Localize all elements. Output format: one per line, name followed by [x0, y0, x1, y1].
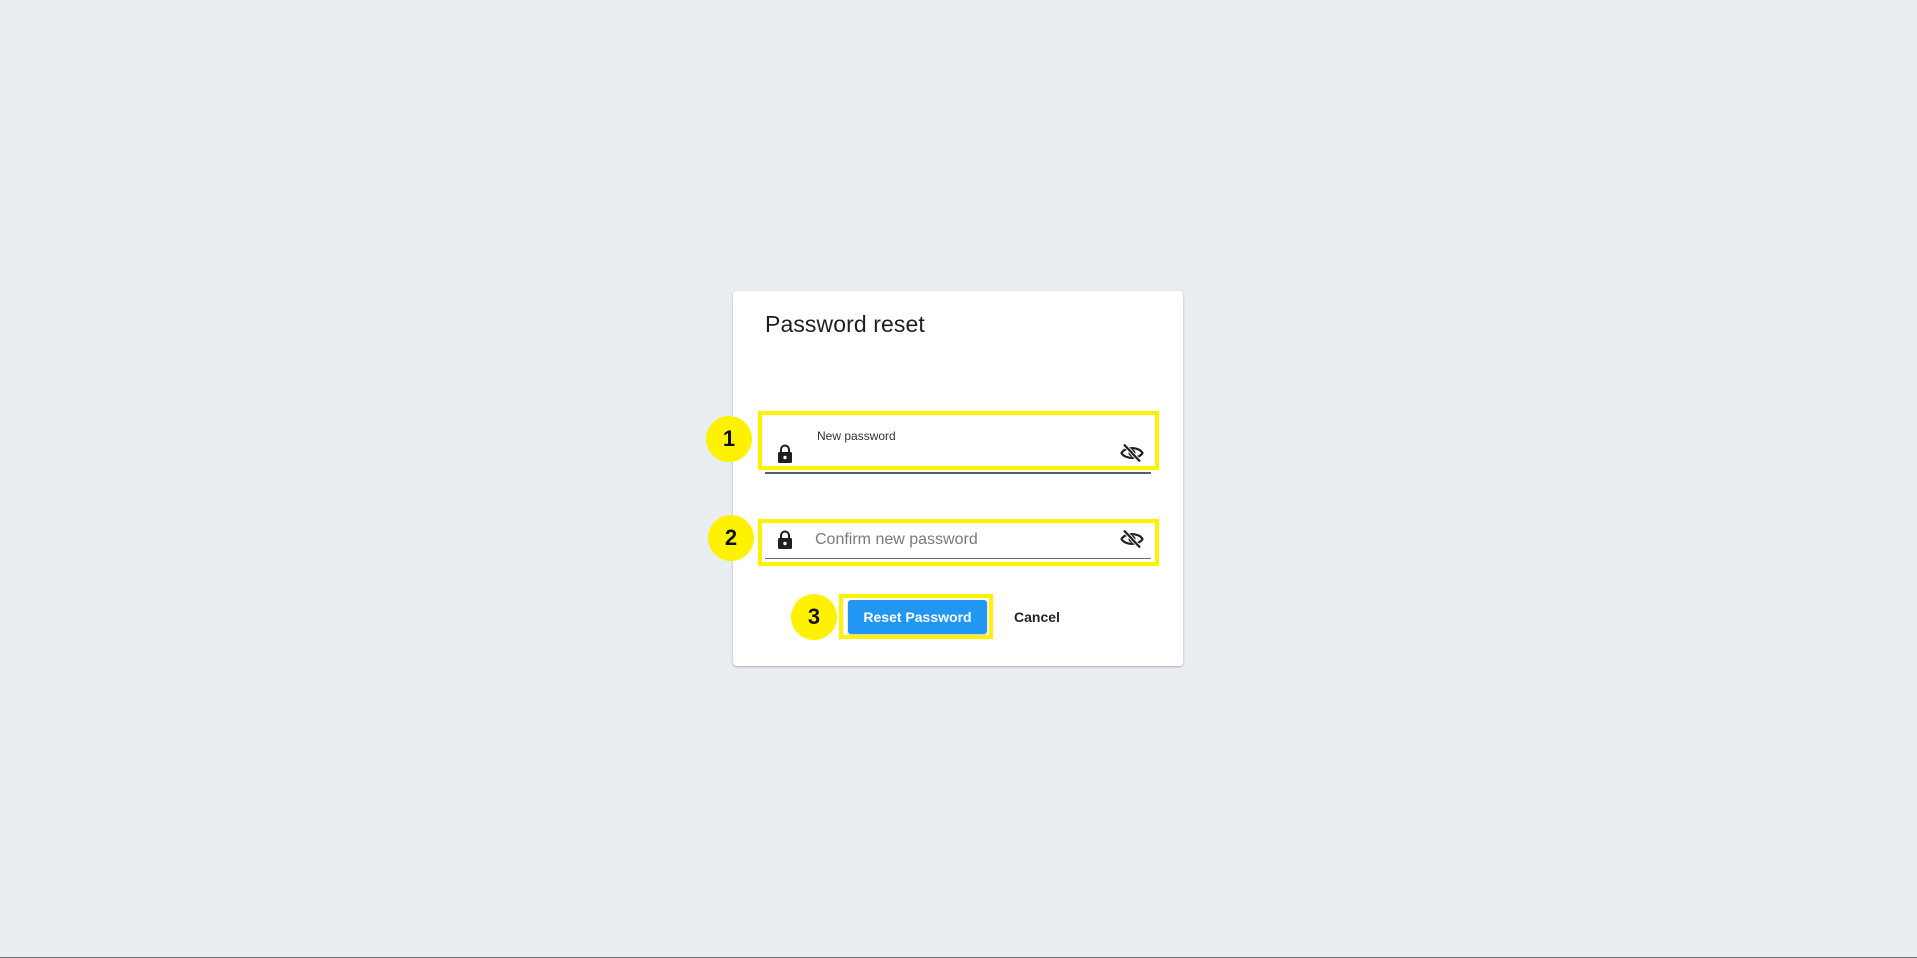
annotation-marker-3: 3 [791, 594, 837, 640]
highlight-reset-button [839, 594, 993, 639]
cancel-button[interactable]: Cancel [1005, 600, 1069, 634]
page-title: Password reset [765, 311, 925, 337]
annotation-marker-1: 1 [706, 416, 752, 462]
highlight-new-password [758, 411, 1159, 470]
highlight-confirm-password [758, 519, 1159, 566]
annotation-marker-2: 2 [708, 515, 754, 561]
